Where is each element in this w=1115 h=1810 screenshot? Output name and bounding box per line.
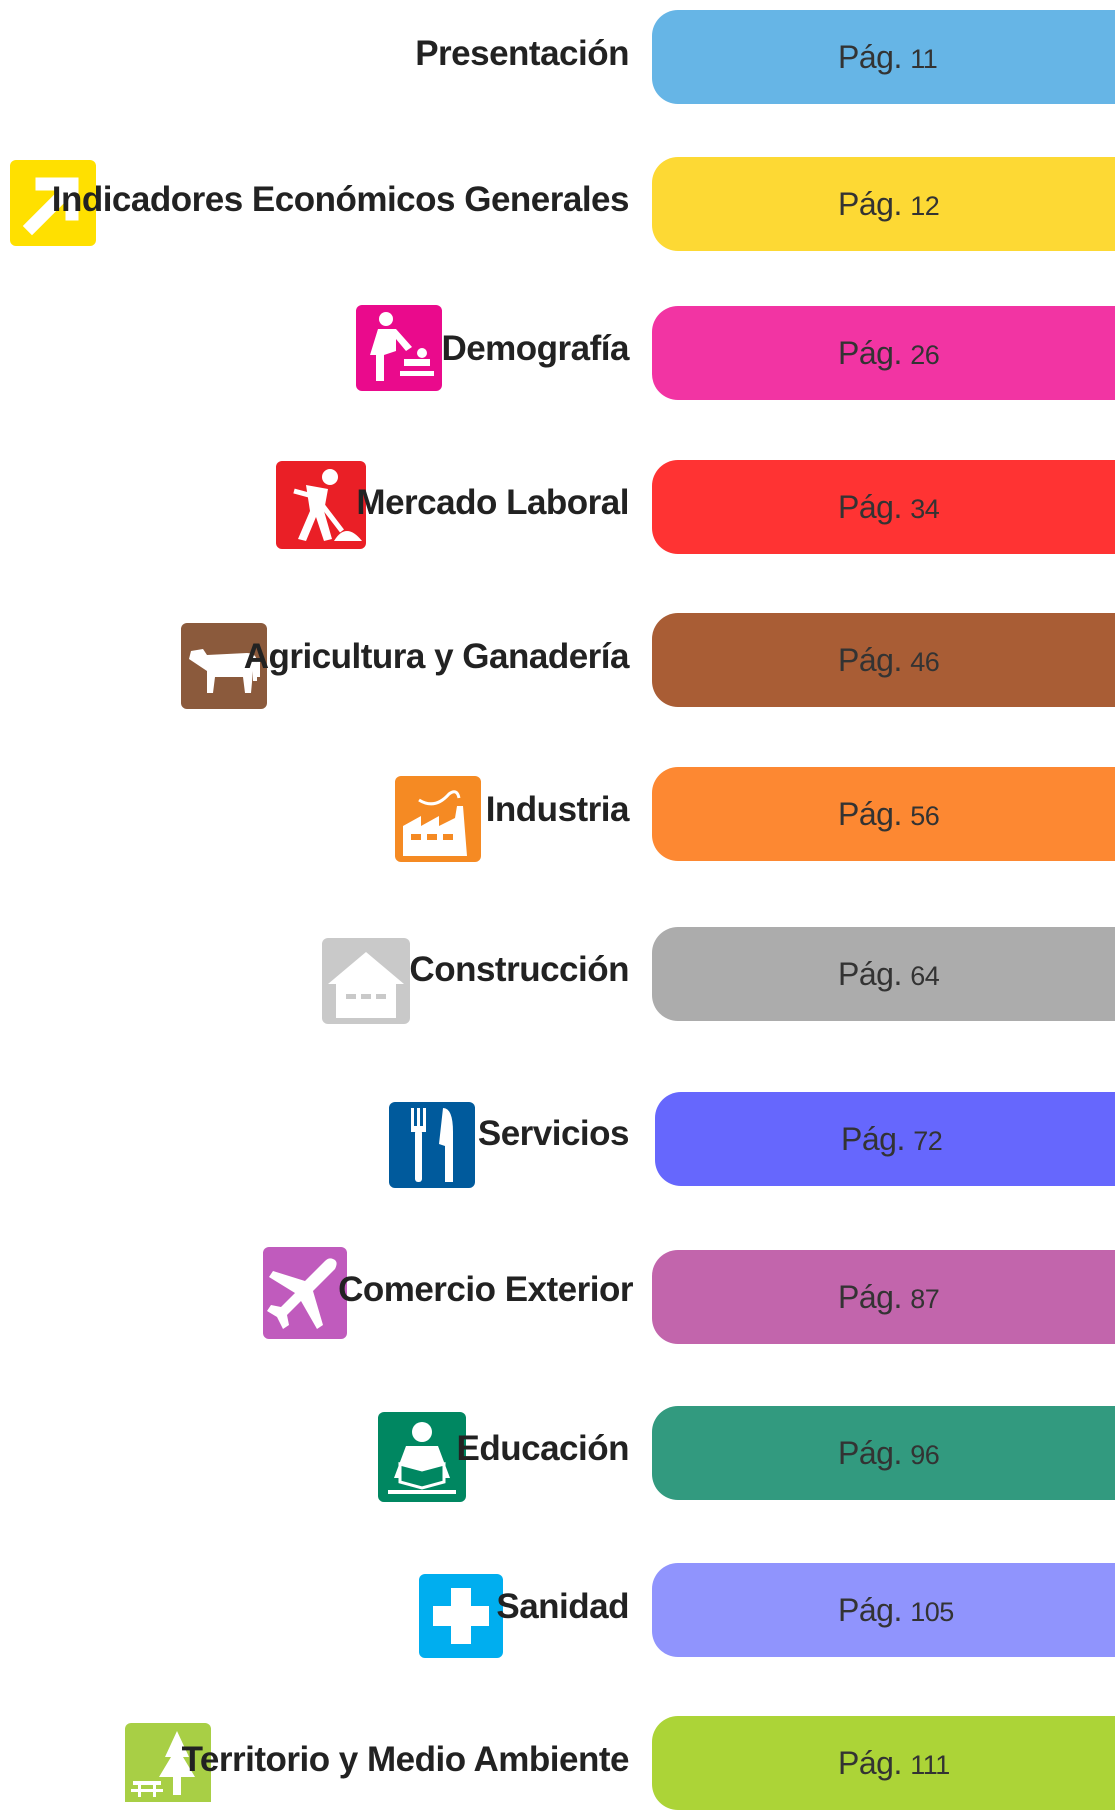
airplane-icon xyxy=(263,1247,347,1339)
page-link-servicios[interactable]: Pág. 72 xyxy=(655,1092,1115,1186)
page-link-construccion[interactable]: Pág. 64 xyxy=(652,927,1115,1021)
baby-changing-icon xyxy=(356,305,442,391)
section-title: Sanidad xyxy=(496,1587,629,1626)
house-icon xyxy=(322,938,410,1024)
section-title: Mercado Laboral xyxy=(356,483,629,522)
page-ref: Pág. 34 xyxy=(838,488,940,525)
page-ref: Pág. 105 xyxy=(838,1591,954,1628)
section-title: Construcción xyxy=(409,950,629,989)
section-title: Servicios xyxy=(477,1114,630,1153)
section-title: Educación xyxy=(456,1429,630,1468)
medical-cross-icon xyxy=(419,1574,503,1658)
section-title: Demografía xyxy=(441,329,629,368)
page-link-sanidad[interactable]: Pág. 105 xyxy=(652,1563,1115,1657)
page-link-industria[interactable]: Pág. 56 xyxy=(652,767,1115,861)
page-link-comercio-exterior[interactable]: Pág. 87 xyxy=(652,1250,1115,1344)
page-ref: Pág. 111 xyxy=(838,1744,950,1781)
fork-knife-icon xyxy=(389,1102,475,1188)
page-ref: Pág. 64 xyxy=(838,955,940,992)
section-title: Territorio y Medio Ambiente xyxy=(181,1740,630,1779)
page-ref: Pág. 72 xyxy=(841,1120,943,1157)
page-link-agricultura[interactable]: Pág. 46 xyxy=(652,613,1115,707)
page-ref: Pág. 87 xyxy=(838,1278,940,1315)
page-link-demografia[interactable]: Pág. 26 xyxy=(652,306,1115,400)
page-ref: Pág. 26 xyxy=(838,334,940,371)
page-ref: Pág. 96 xyxy=(838,1434,940,1471)
worker-shoveling-icon xyxy=(276,461,366,549)
page-link-educacion[interactable]: Pág. 96 xyxy=(652,1406,1115,1500)
factory-icon xyxy=(395,776,481,862)
page-link-mercado-laboral[interactable]: Pág. 34 xyxy=(652,460,1115,554)
section-title: Presentación xyxy=(415,34,629,73)
section-title: Comercio Exterior xyxy=(338,1270,633,1309)
page-link-territorio[interactable]: Pág. 111 xyxy=(652,1716,1115,1810)
page-ref: Pág. 46 xyxy=(838,641,940,678)
page-ref: Pág. 11 xyxy=(838,38,938,75)
section-title: Industria xyxy=(485,790,630,829)
section-title: Agricultura y Ganadería xyxy=(243,637,630,676)
page-ref: Pág. 12 xyxy=(838,185,940,222)
page-link-presentacion[interactable]: Pág. 11 xyxy=(652,10,1115,104)
section-title: Indicadores Económicos Generales xyxy=(51,180,630,219)
page-ref: Pág. 56 xyxy=(838,795,940,832)
reading-person-icon xyxy=(378,1412,466,1502)
page-link-indicadores[interactable]: Pág. 12 xyxy=(652,157,1115,251)
